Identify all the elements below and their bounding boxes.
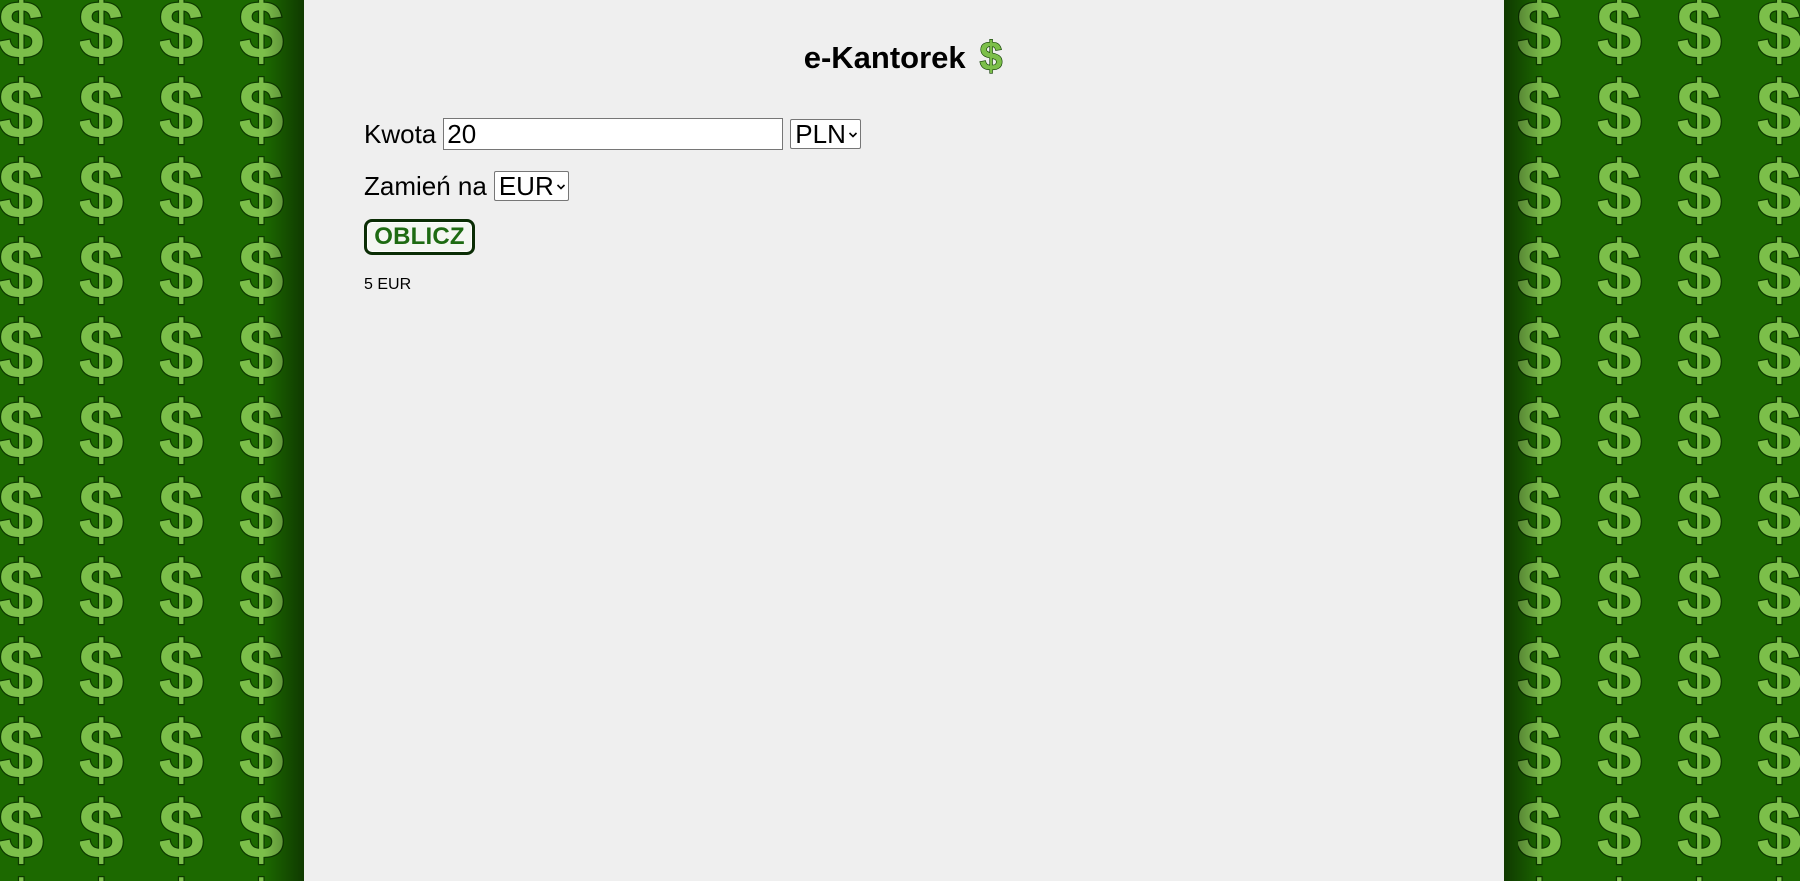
to-currency-value: EUR — [498, 170, 554, 201]
main-panel: e-Kantorek Kwota 20 PLN Zamień na EUR OB… — [304, 0, 1504, 881]
chevron-down-icon — [556, 184, 565, 190]
background-pattern-left — [0, 0, 304, 881]
from-currency-value: PLN — [795, 118, 846, 149]
amount-label: Kwota — [364, 118, 437, 149]
calculate-button[interactable]: OBLICZ — [364, 219, 475, 255]
amount-value: 20 — [447, 118, 477, 149]
dollar-icon — [978, 37, 1004, 77]
dollar-icon — [0, 0, 304, 881]
page-title: e-Kantorek — [304, 38, 1504, 80]
amount-input[interactable]: 20 — [443, 118, 784, 150]
target-label: Zamień na — [364, 170, 487, 201]
target-row: Zamień na EUR — [364, 170, 569, 202]
result-text: 5 EUR — [364, 276, 412, 293]
amount-row: Kwota 20 PLN — [364, 116, 861, 152]
dollar-icon — [1518, 0, 1800, 881]
to-currency-select[interactable]: EUR — [493, 170, 569, 201]
from-currency-select[interactable]: PLN — [790, 119, 861, 149]
chevron-down-icon — [848, 132, 857, 138]
app-title: e-Kantorek — [803, 40, 966, 75]
background-pattern-right — [1504, 0, 1800, 881]
